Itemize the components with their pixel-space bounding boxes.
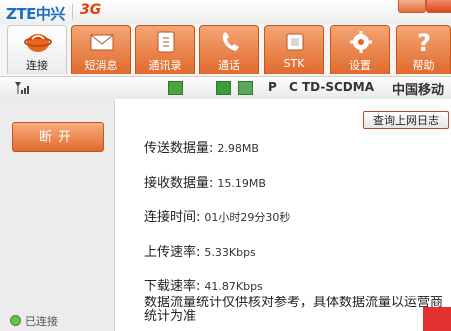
tab-settings[interactable]: 设置: [330, 25, 390, 74]
tab-contacts[interactable]: 通讯录: [135, 25, 195, 74]
usb-device-icon: [238, 81, 253, 95]
network-type: TD-SCDMA: [302, 80, 374, 94]
brand-logo: ZTE中兴: [6, 5, 65, 23]
stat-row-duration: 连接时间: 01小时29分30秒: [144, 206, 290, 225]
tab-help[interactable]: ? 帮助: [396, 25, 451, 74]
envelope-icon: [90, 34, 114, 51]
traffic-disclaimer: 数据流量统计仅供核对参考，具体数据流量以运营商统计为准: [144, 296, 444, 324]
stat-label: 传送数据量:: [144, 141, 214, 156]
connected-status-icon: [10, 315, 21, 326]
stat-value: 15.19MB: [217, 177, 266, 190]
tab-label: 帮助: [412, 59, 435, 72]
stat-label: 上传速率:: [144, 245, 201, 260]
address-book-icon: [157, 31, 175, 53]
tab-label: STK: [283, 57, 305, 70]
connection-status: 已连接: [10, 313, 58, 329]
question-icon: ?: [417, 29, 431, 55]
stat-label: 连接时间:: [144, 210, 201, 225]
stat-value: 5.33Kbps: [204, 246, 256, 259]
app-window: ZTE中兴 3G 连接 短消息 通讯录 通话 STK 设置 ? 帮助 P C T…: [0, 0, 451, 331]
stat-row-download-rate: 下载速率: 41.87Kbps: [144, 275, 263, 294]
operator-name: 中国移动: [392, 83, 445, 98]
phone-handset-icon: [222, 32, 239, 51]
status-strip: P C TD-SCDMA 中国移动: [0, 76, 451, 100]
connection-status-text: 已连接: [25, 315, 58, 328]
data-transfer-icon: [168, 81, 183, 95]
brand-3g-mark: 3G: [80, 2, 102, 18]
stat-row-upload-rate: 上传速率: 5.33Kbps: [144, 241, 256, 260]
tab-label: 通话: [218, 59, 240, 72]
overlay-badge: [423, 307, 451, 331]
stat-value: 41.87Kbps: [204, 280, 263, 293]
globe-icon: [24, 34, 52, 52]
pc-mode-label: P C: [268, 80, 302, 94]
tab-label: 通讯录: [148, 59, 182, 72]
main-toolbar: 连接 短消息 通讯录 通话 STK 设置 ? 帮助: [0, 24, 451, 76]
stat-label: 接收数据量:: [144, 176, 214, 191]
tab-connect[interactable]: 连接: [7, 25, 67, 74]
tab-label: 短消息: [84, 59, 118, 72]
tab-label: 连接: [26, 59, 48, 72]
brand-separator: [72, 4, 73, 20]
connection-icon: [216, 81, 231, 95]
title-bar: ZTE中兴 3G: [0, 0, 451, 25]
tab-call[interactable]: 通话: [199, 25, 259, 74]
close-button[interactable]: [426, 0, 451, 13]
stat-label: 下载速率:: [144, 279, 201, 294]
stats-panel: 查询上网日志 传送数据量: 2.98MB 接收数据量: 15.19MB 连接时间: 0…: [115, 99, 451, 331]
left-panel: 断开 已连接: [0, 99, 115, 331]
tab-stk[interactable]: STK: [264, 25, 324, 74]
tab-sms[interactable]: 短消息: [71, 25, 131, 74]
minimize-button[interactable]: [398, 0, 426, 13]
tab-label: 设置: [349, 59, 371, 72]
disconnect-button[interactable]: 断开: [12, 122, 104, 152]
signal-strength-icon: [15, 82, 29, 94]
sim-card-icon: [286, 33, 304, 51]
stat-value: 01小时29分30秒: [204, 211, 291, 224]
stat-row-sent: 传送数据量: 2.98MB: [144, 137, 259, 156]
query-log-button[interactable]: 查询上网日志: [363, 111, 449, 129]
stat-row-received: 接收数据量: 15.19MB: [144, 172, 266, 191]
svg-text:?: ?: [417, 29, 431, 55]
stat-value: 2.98MB: [217, 142, 259, 155]
gear-icon: [350, 31, 372, 53]
